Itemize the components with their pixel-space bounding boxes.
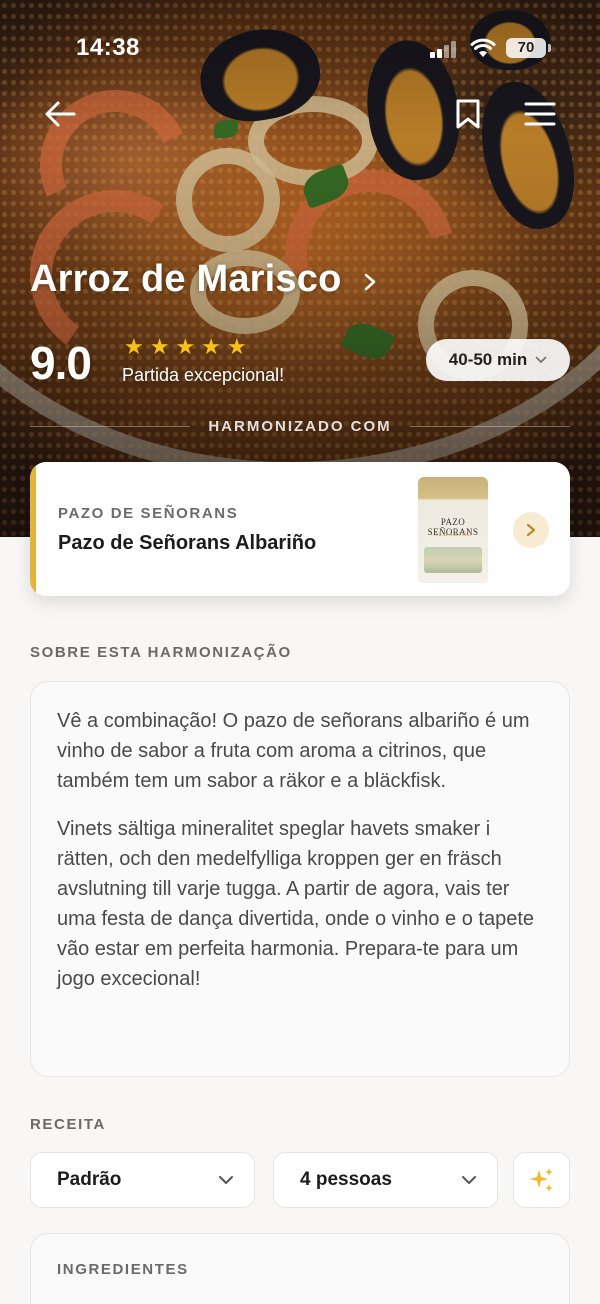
ingredients-label: INGREDIENTES — [57, 1261, 189, 1278]
battery-indicator: 70 — [506, 38, 551, 58]
servings-select[interactable]: 4 pessoas — [273, 1152, 498, 1208]
cook-time-value: 40-50 min — [448, 350, 528, 369]
chevron-right-icon — [364, 273, 375, 290]
pairing-score: 9.0 — [30, 337, 92, 389]
status-bar: 14:38 70 — [0, 30, 600, 66]
back-button[interactable] — [42, 96, 78, 132]
status-time: 14:38 — [76, 34, 140, 61]
menu-button[interactable] — [522, 96, 558, 132]
pairing-divider: HARMONIZADO COM — [30, 418, 571, 435]
about-paragraph: Vê a combinação! O pazo de señorans alba… — [57, 710, 530, 792]
dish-title-link[interactable]: Arroz de Marisco — [30, 258, 376, 301]
wine-name: Pazo de Señorans Albariño — [58, 532, 317, 554]
servings-value: 4 pessoas — [300, 1169, 392, 1190]
star-icon: ★ — [201, 334, 221, 359]
chevron-down-icon — [462, 1176, 476, 1184]
pairing-section-label: HARMONIZADO COM — [208, 418, 392, 435]
about-paragraph: Vinets sältiga mineralitet speglar havet… — [57, 818, 535, 990]
wine-producer: PAZO DE SEÑORANS — [58, 505, 239, 522]
recipe-variant-select[interactable]: Padrão — [30, 1152, 255, 1208]
star-rating: ★ ★ ★ ★ ★ — [124, 335, 247, 359]
about-section-label: SOBRE ESTA HARMONIZAÇÃO — [30, 644, 292, 661]
score-label: Partida excepcional! — [122, 365, 285, 385]
star-icon: ★ — [149, 334, 170, 359]
wine-card[interactable]: PAZO DE SEÑORANS Pazo de Señorans Albari… — [30, 462, 570, 596]
bookmark-icon — [456, 99, 480, 129]
chevron-down-icon — [219, 1176, 233, 1184]
wine-bottle-image: PAZO SEÑORANS ALBARIÑO — [418, 477, 488, 583]
cellular-signal-icon — [430, 40, 460, 58]
star-icon: ★ — [124, 334, 144, 359]
ingredients-card: INGREDIENTES — [30, 1233, 570, 1304]
recipe-section-label: RECEITA — [30, 1116, 106, 1133]
about-card: Vê a combinação! O pazo de señorans alba… — [30, 681, 570, 1077]
sparkles-icon — [529, 1168, 553, 1192]
hamburger-menu-icon — [524, 102, 556, 126]
cook-time-dropdown[interactable]: 40-50 min — [426, 339, 570, 381]
wifi-icon — [470, 38, 496, 63]
wine-card-accent — [30, 462, 36, 596]
recipe-variant-value: Padrão — [57, 1169, 122, 1190]
star-icon: ★ — [175, 334, 196, 359]
bookmark-button[interactable] — [450, 96, 486, 132]
star-icon: ★ — [226, 334, 247, 359]
bottle-sublabel: ALBARIÑO — [433, 532, 473, 538]
ai-adjust-button[interactable] — [513, 1152, 570, 1208]
chevron-down-icon — [535, 356, 547, 363]
chevron-right-icon — [526, 523, 536, 537]
wine-details-button[interactable] — [513, 512, 549, 548]
dish-title: Arroz de Marisco — [30, 258, 342, 300]
arrow-left-icon — [45, 101, 76, 127]
